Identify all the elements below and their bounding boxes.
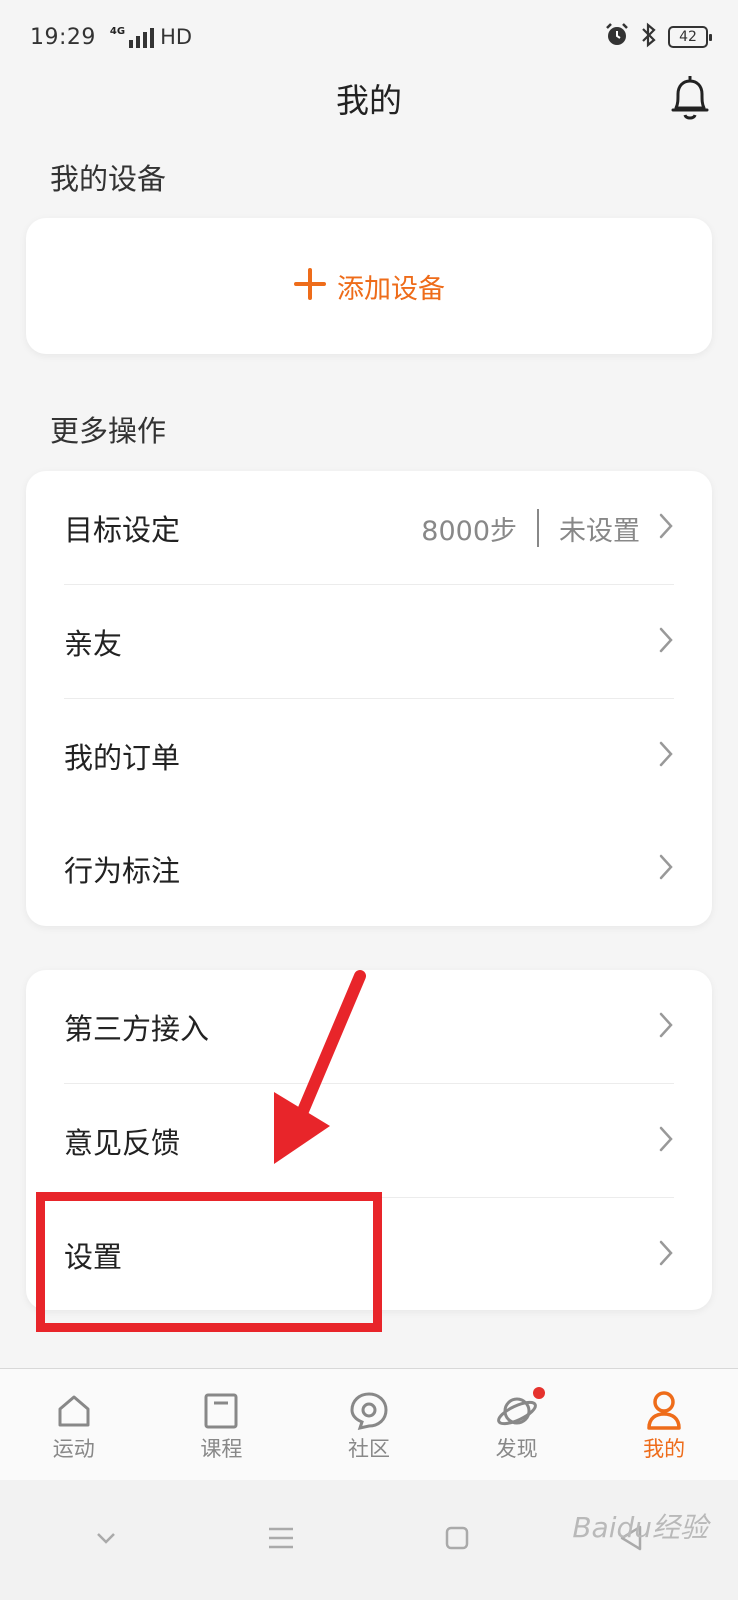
bottom-tab-bar: 运动 课程 社区 发现 我的	[0, 1368, 738, 1480]
plus-icon	[293, 267, 327, 305]
list-item-settings[interactable]: 设置	[64, 1198, 674, 1312]
watermark: Baidu经验	[572, 1511, 708, 1544]
page-header: 我的	[0, 68, 738, 128]
alarm-icon	[604, 22, 630, 52]
chevron-right-icon	[658, 512, 674, 544]
signal-icon: 4G	[109, 26, 155, 48]
planet-icon	[495, 1387, 545, 1431]
tab-label: 我的	[643, 1437, 686, 1461]
list-item-feedback[interactable]: 意见反馈	[64, 1084, 674, 1198]
home-icon	[54, 1391, 94, 1431]
goal-steps-value: 8000步	[421, 515, 517, 547]
chevron-right-icon	[658, 740, 674, 772]
home-square-icon[interactable]	[444, 1525, 470, 1555]
status-bar: 19:29 4G HD 42	[0, 0, 738, 74]
tab-label: 课程	[200, 1437, 243, 1461]
tab-sport[interactable]: 运动	[0, 1369, 148, 1480]
third-party-label: 第三方接入	[64, 1012, 210, 1046]
settings-label: 设置	[64, 1240, 123, 1274]
chevron-right-icon	[658, 626, 674, 658]
chevron-right-icon	[658, 1011, 674, 1043]
behavior-label: 行为标注	[64, 854, 181, 888]
chevron-down-icon[interactable]	[94, 1530, 118, 1550]
tab-label: 发现	[495, 1437, 538, 1461]
tab-label: 社区	[347, 1437, 390, 1461]
tab-label: 运动	[52, 1437, 95, 1461]
goal-status-value: 未设置	[559, 515, 640, 547]
more-operations-card: 目标设定 8000步 未设置 亲友 我的订单 行为标注	[26, 471, 712, 926]
community-icon	[348, 1391, 390, 1431]
person-icon	[644, 1391, 684, 1431]
chevron-right-icon	[658, 1239, 674, 1271]
menu-icon[interactable]	[266, 1525, 296, 1555]
goal-label: 目标设定	[64, 513, 181, 547]
hd-indicator: HD	[160, 25, 193, 49]
other-operations-card: 第三方接入 意见反馈 设置	[26, 970, 712, 1310]
bluetooth-icon	[640, 22, 658, 52]
more-section-title: 更多操作	[50, 414, 167, 448]
battery-indicator: 42	[668, 26, 712, 48]
list-item-behavior-label[interactable]: 行为标注	[64, 812, 674, 926]
tab-community[interactable]: 社区	[295, 1369, 443, 1480]
add-device-button[interactable]: 添加设备	[26, 218, 712, 354]
notification-dot	[532, 1387, 545, 1399]
chevron-right-icon	[658, 853, 674, 885]
devices-section-title: 我的设备	[50, 162, 167, 196]
tab-courses[interactable]: 课程	[148, 1369, 296, 1480]
tab-discover[interactable]: 发现	[443, 1369, 591, 1480]
list-item-goal[interactable]: 目标设定 8000步 未设置	[64, 471, 674, 585]
status-time: 19:29	[30, 24, 96, 50]
value-divider	[537, 509, 539, 547]
tab-mine[interactable]: 我的	[590, 1369, 738, 1480]
feedback-label: 意见反馈	[64, 1126, 181, 1160]
add-device-label: 添加设备	[337, 273, 445, 305]
list-item-third-party[interactable]: 第三方接入	[64, 970, 674, 1084]
friends-label: 亲友	[64, 627, 123, 661]
list-item-friends[interactable]: 亲友	[64, 585, 674, 699]
network-type: 4G	[109, 26, 126, 37]
bell-icon[interactable]	[668, 72, 712, 126]
list-item-orders[interactable]: 我的订单	[64, 699, 674, 813]
page-title: 我的	[336, 81, 402, 120]
book-icon	[201, 1391, 241, 1431]
add-device-card[interactable]: 添加设备	[26, 218, 712, 354]
chevron-right-icon	[658, 1125, 674, 1157]
orders-label: 我的订单	[64, 741, 181, 775]
